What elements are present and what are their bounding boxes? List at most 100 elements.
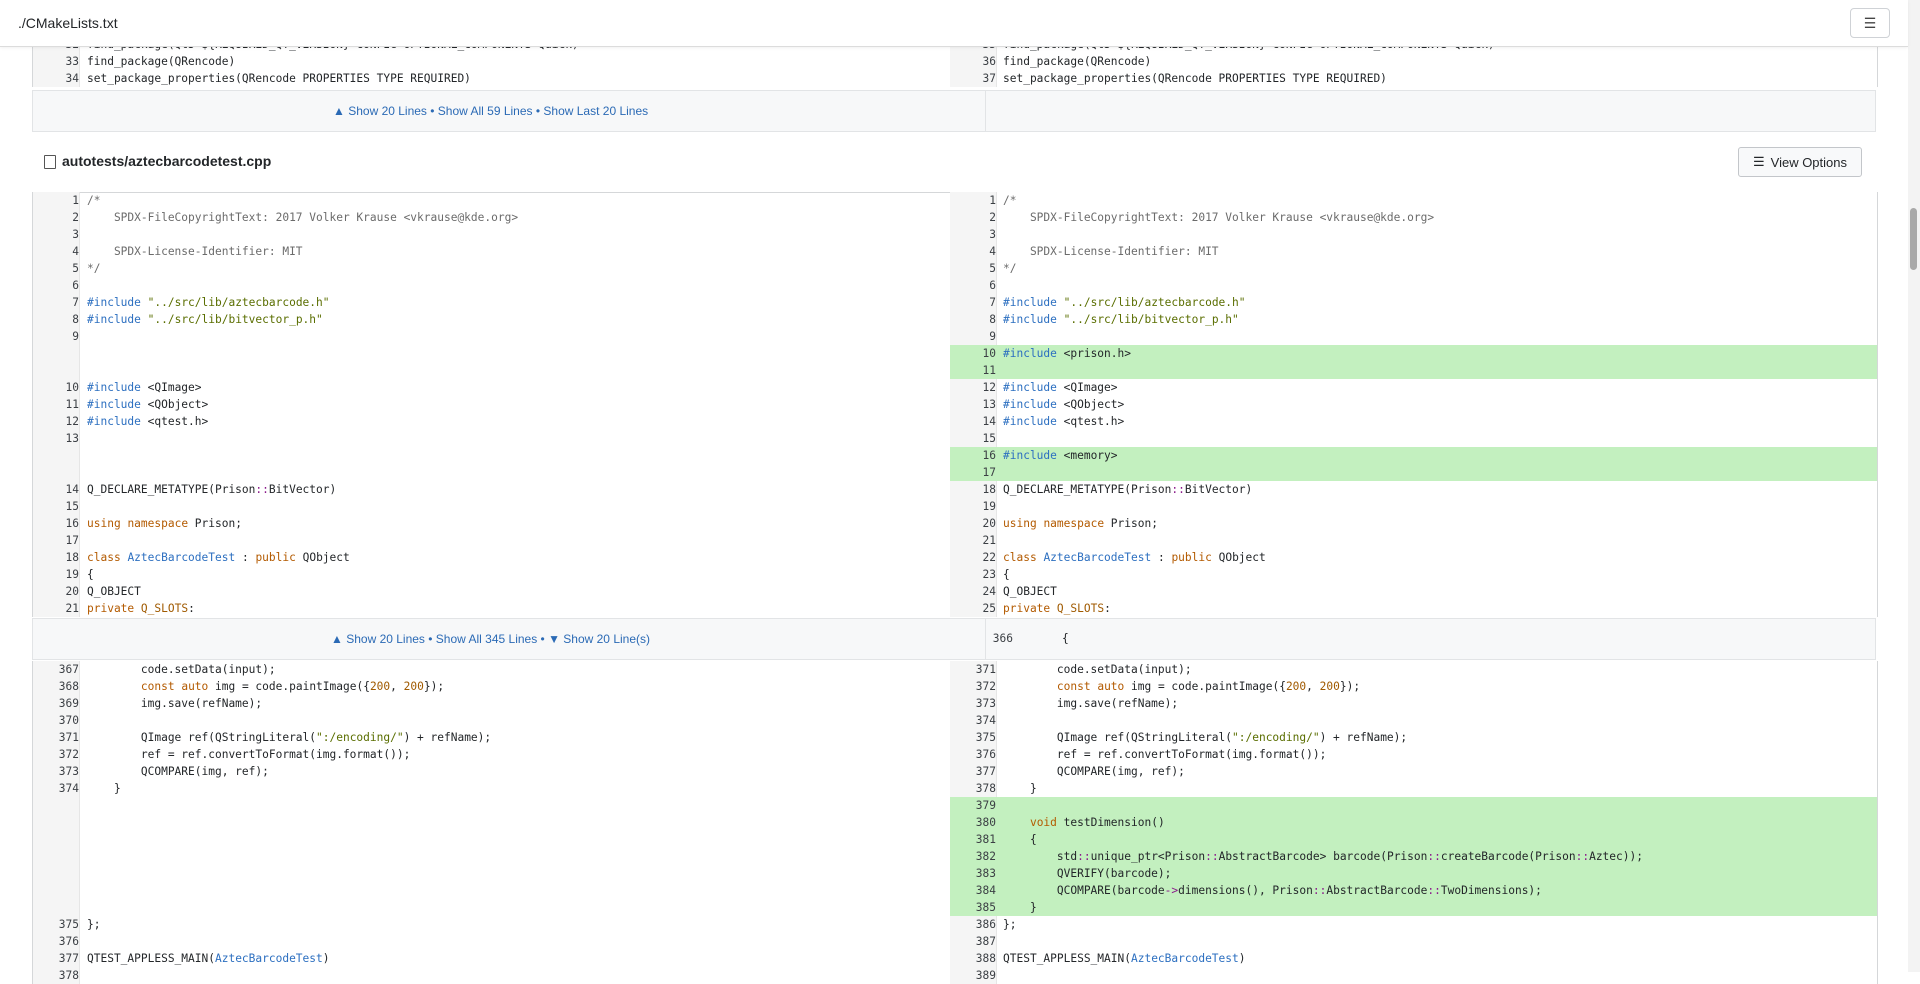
- line-number-left[interactable]: 7: [33, 294, 79, 311]
- line-number-left[interactable]: [33, 831, 79, 848]
- line-number-left[interactable]: 373: [33, 763, 79, 780]
- line-number-right[interactable]: 17: [950, 464, 996, 481]
- line-number-left[interactable]: [33, 882, 79, 899]
- line-number-left[interactable]: 368: [33, 678, 79, 695]
- line-number-left[interactable]: 2: [33, 209, 79, 226]
- scrollbar-track[interactable]: [1908, 0, 1920, 972]
- line-number-left[interactable]: 367: [33, 661, 79, 678]
- line-number-left[interactable]: [33, 464, 79, 481]
- line-number-right[interactable]: 384: [950, 882, 996, 899]
- line-number-right[interactable]: 21: [950, 532, 996, 549]
- scrollbar-thumb[interactable]: [1910, 208, 1917, 270]
- line-number-left[interactable]: 11: [33, 396, 79, 413]
- line-number-left[interactable]: 6: [33, 277, 79, 294]
- line-number-right[interactable]: 37: [950, 70, 996, 87]
- line-number-right[interactable]: 389: [950, 967, 996, 984]
- line-number-left[interactable]: 15: [33, 498, 79, 515]
- line-number-left[interactable]: 378: [33, 967, 79, 984]
- line-number-left[interactable]: [33, 797, 79, 814]
- line-number-right[interactable]: 12: [950, 379, 996, 396]
- line-number-left[interactable]: 19: [33, 566, 79, 583]
- line-number-right[interactable]: 2: [950, 209, 996, 226]
- line-number-right[interactable]: 374: [950, 712, 996, 729]
- line-number-right[interactable]: 385: [950, 899, 996, 916]
- line-number-right[interactable]: 36: [950, 53, 996, 70]
- line-number-right[interactable]: 8: [950, 311, 996, 328]
- line-number-left[interactable]: 377: [33, 950, 79, 967]
- menu-button[interactable]: ☰: [1850, 8, 1890, 38]
- line-number-left[interactable]: 14: [33, 481, 79, 498]
- line-number-right[interactable]: 380: [950, 814, 996, 831]
- line-number-right[interactable]: 4: [950, 243, 996, 260]
- line-number-left[interactable]: 4: [33, 243, 79, 260]
- line-number-left[interactable]: 18: [33, 549, 79, 566]
- show-lines-links[interactable]: ▲ Show 20 Lines • Show All 59 Lines • Sh…: [333, 104, 648, 118]
- line-number-left[interactable]: 375: [33, 916, 79, 933]
- file-path-title[interactable]: ./CMakeLists.txt: [18, 15, 118, 31]
- line-number-left[interactable]: 16: [33, 515, 79, 532]
- line-number-right[interactable]: 3: [950, 226, 996, 243]
- line-number-right[interactable]: 18: [950, 481, 996, 498]
- line-number-right[interactable]: 11: [950, 362, 996, 379]
- code-line-right: QCOMPARE(img, ref);: [1003, 765, 1185, 778]
- line-number-left[interactable]: [33, 899, 79, 916]
- line-number-right[interactable]: 379: [950, 797, 996, 814]
- line-number-left[interactable]: 372: [33, 746, 79, 763]
- line-number-left[interactable]: [33, 865, 79, 882]
- line-number-left[interactable]: [33, 345, 79, 362]
- line-number-right[interactable]: 375: [950, 729, 996, 746]
- view-options-button[interactable]: ☰ View Options: [1738, 147, 1862, 177]
- line-number-left[interactable]: 34: [33, 70, 79, 87]
- line-number-left[interactable]: [33, 447, 79, 464]
- line-number-left[interactable]: [33, 362, 79, 379]
- line-number-right[interactable]: 371: [950, 661, 996, 678]
- line-number-left[interactable]: [33, 848, 79, 865]
- line-number-right[interactable]: 16: [950, 447, 996, 464]
- line-number-left[interactable]: 374: [33, 780, 79, 797]
- line-number-left[interactable]: 20: [33, 583, 79, 600]
- line-number-left[interactable]: 376: [33, 933, 79, 950]
- line-number-right[interactable]: 23: [950, 566, 996, 583]
- line-number-right[interactable]: 9: [950, 328, 996, 345]
- line-number-right[interactable]: 378: [950, 780, 996, 797]
- line-number-left[interactable]: 21: [33, 600, 79, 617]
- line-number-right[interactable]: 1: [950, 192, 996, 209]
- show-lines-links[interactable]: ▲ Show 20 Lines • Show All 345 Lines • ▼…: [331, 632, 650, 646]
- line-number-right[interactable]: 15: [950, 430, 996, 447]
- line-number-right[interactable]: 22: [950, 549, 996, 566]
- line-number-left[interactable]: 8: [33, 311, 79, 328]
- line-number-left[interactable]: 10: [33, 379, 79, 396]
- line-number-left[interactable]: 3: [33, 226, 79, 243]
- line-number-right[interactable]: 377: [950, 763, 996, 780]
- line-number-left[interactable]: 371: [33, 729, 79, 746]
- line-number-right[interactable]: 20: [950, 515, 996, 532]
- line-number-right[interactable]: 388: [950, 950, 996, 967]
- line-number-right[interactable]: 6: [950, 277, 996, 294]
- line-number-right[interactable]: 382: [950, 848, 996, 865]
- line-number-left[interactable]: 5: [33, 260, 79, 277]
- line-number-right[interactable]: 376: [950, 746, 996, 763]
- line-number-right[interactable]: 14: [950, 413, 996, 430]
- line-number-left[interactable]: 9: [33, 328, 79, 345]
- line-number-right[interactable]: 383: [950, 865, 996, 882]
- line-number-right[interactable]: 5: [950, 260, 996, 277]
- line-number-right[interactable]: 25: [950, 600, 996, 617]
- line-number-right[interactable]: 387: [950, 933, 996, 950]
- line-number-left[interactable]: 1: [33, 192, 79, 209]
- line-number-right[interactable]: 7: [950, 294, 996, 311]
- line-number-right[interactable]: 19: [950, 498, 996, 515]
- line-number-left[interactable]: 369: [33, 695, 79, 712]
- line-number-left[interactable]: 370: [33, 712, 79, 729]
- line-number-left[interactable]: [33, 814, 79, 831]
- line-number-right[interactable]: 10: [950, 345, 996, 362]
- line-number-left[interactable]: 33: [33, 53, 79, 70]
- line-number-right[interactable]: 373: [950, 695, 996, 712]
- line-number-left[interactable]: 17: [33, 532, 79, 549]
- line-number-right[interactable]: 381: [950, 831, 996, 848]
- line-number-right[interactable]: 386: [950, 916, 996, 933]
- line-number-left[interactable]: 13: [33, 430, 79, 447]
- line-number-right[interactable]: 372: [950, 678, 996, 695]
- line-number-left[interactable]: 12: [33, 413, 79, 430]
- line-number-right[interactable]: 13: [950, 396, 996, 413]
- line-number-right[interactable]: 24: [950, 583, 996, 600]
